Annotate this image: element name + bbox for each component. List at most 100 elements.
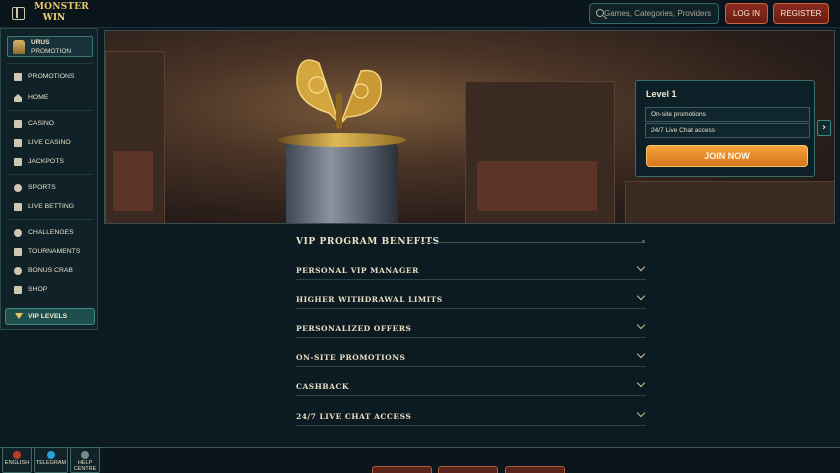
level-benefit-row: 24/7 Live Chat access [645,123,810,138]
search-box[interactable] [589,3,719,24]
chevron-down-icon [636,262,646,272]
register-button[interactable]: REGISTER [773,3,829,24]
pedestal [286,143,398,223]
sidebar-item-tournaments[interactable]: TOURNAMENTS [14,246,80,258]
sidebar-item-sports[interactable]: SPORTS [14,182,56,194]
benefit-accordion-item[interactable]: 24/7 LIVE CHAT ACCESS [296,408,646,426]
sidebar-item-label: CHALLENGES [28,229,74,236]
divider [296,337,646,338]
golden-butterfly-icon [296,59,383,129]
gift-icon [14,73,22,81]
level-title: Level 1 [646,89,677,99]
user-name: URUS [31,39,50,46]
pedestal-top [278,133,406,147]
benefit-label: ON-SITE PROMOTIONS [296,353,406,362]
benefit-accordion-item[interactable]: PERSONALIZED OFFERS [296,320,646,338]
telegram-button[interactable]: TELEGRAM [34,447,68,473]
sidebar-item-label: LIVE CASINO [28,139,71,146]
benefit-label: 24/7 LIVE CHAT ACCESS [296,412,412,421]
benefit-accordion-item[interactable]: ON-SITE PROMOTIONS [296,349,646,367]
sidebar-item-bonus-crab[interactable]: BONUS CRAB [14,265,73,277]
divider [7,174,93,175]
sidebar-item-shop[interactable]: SHOP [14,284,47,296]
sidebar-item-label: PROMOTIONS [28,73,75,80]
avatar [13,40,25,54]
help-label: HELP CENTRE [73,460,97,472]
divider [420,242,644,243]
benefit-accordion-item[interactable]: HIGHER WITHDRAWAL LIMITS [296,291,646,309]
sidebar-item-challenges[interactable]: CHALLENGES [14,227,74,239]
help-centre-button[interactable]: HELP CENTRE [70,447,100,473]
user-card[interactable]: URUS PROMOTION [7,36,93,57]
benefits-title: VIP PROGRAM BENEFITS [296,237,440,247]
telegram-label: TELEGRAM [35,460,67,466]
divider [296,395,646,396]
sidebar-item-live-betting[interactable]: LIVE BETTING [14,201,74,213]
benefit-label: HIGHER WITHDRAWAL LIMITS [296,295,443,304]
language-button[interactable]: ENGLISH [2,447,32,473]
trophy-icon [14,229,22,237]
divider [296,279,646,280]
search-input[interactable] [604,6,716,21]
divider [7,63,93,64]
sidebar-item-jackpots[interactable]: JACKPOTS [14,156,64,168]
sidebar-item-vip-levels[interactable]: VIP LEVELS [5,308,95,325]
crab-icon [14,267,22,275]
chevron-down-icon [636,320,646,330]
chevron-down-icon [636,349,646,359]
logo[interactable]: MONSTER WIN [34,2,89,26]
level-benefit-row: On-site promotions [645,107,810,122]
language-label: ENGLISH [4,460,30,466]
books-center [477,161,597,211]
divider [296,366,646,367]
divider [296,425,646,426]
footer-button[interactable] [505,466,565,473]
top-bar: MONSTER WIN LOG IN REGISTER [0,0,840,28]
shop-icon [14,286,22,294]
sidebar-item-label: VIP LEVELS [28,313,68,320]
divider-dot [642,240,645,243]
benefit-accordion-item[interactable]: PERSONAL VIP MANAGER [296,262,646,280]
benefit-accordion-item[interactable]: CASHBACK [296,378,646,396]
chevron-down-icon [636,291,646,301]
flag-icon [13,451,21,459]
footer-button[interactable] [438,466,498,473]
sidebar-item-label: SHOP [28,286,48,293]
user-subtitle: PROMOTION [31,48,72,55]
sidebar-toggle-icon[interactable] [12,7,25,20]
casino-icon [14,120,22,128]
sidebar-item-label: BONUS CRAB [28,267,73,274]
search-icon [596,9,604,17]
footer-button[interactable] [372,466,432,473]
home-icon [14,94,22,102]
benefit-label: PERSONAL VIP MANAGER [296,266,419,275]
level-card: Level 1 On-site promotions 24/7 Live Cha… [635,80,815,177]
bookshelf-right [625,181,834,223]
books-left [113,151,153,211]
login-button[interactable]: LOG IN [725,3,768,24]
benefit-label: CASHBACK [296,382,349,391]
cards-icon [14,139,22,147]
sidebar-item-label: CASINO [28,120,55,127]
tournament-icon [14,248,22,256]
chevron-down-icon [636,378,646,388]
sidebar-item-label: JACKPOTS [28,158,64,165]
benefit-label: PERSONALIZED OFFERS [296,324,412,333]
sidebar: URUS PROMOTION PROMOTIONS HOME CASINO LI… [0,28,98,330]
sidebar-item-label: SPORTS [28,184,56,191]
jackpot-icon [14,158,22,166]
sidebar-item-casino[interactable]: CASINO [14,118,54,130]
sidebar-item-promotions[interactable]: PROMOTIONS [14,71,74,83]
logo-text-bottom: WIN [42,13,66,23]
divider [7,219,93,220]
sidebar-item-home[interactable]: HOME [14,92,48,104]
divider [296,308,646,309]
chevron-right-icon[interactable]: › [817,120,831,136]
join-now-button[interactable]: JOIN NOW [646,145,808,167]
diamond-icon [15,313,23,319]
ball-icon [14,184,22,192]
chevron-down-icon [636,408,646,418]
vip-hero-banner: Level 1 On-site promotions 24/7 Live Cha… [104,30,835,224]
sidebar-item-live-casino[interactable]: LIVE CASINO [14,137,71,149]
sidebar-item-label: TOURNAMENTS [28,248,81,255]
